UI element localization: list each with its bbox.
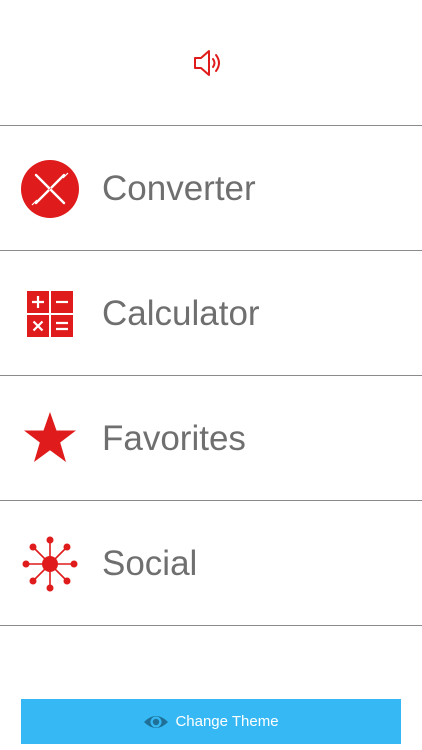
speaker-icon[interactable] xyxy=(192,48,226,78)
change-theme-label: Change Theme xyxy=(175,713,279,730)
main-menu: Converter Calculator Favorites Social xyxy=(0,125,422,626)
menu-label-converter: Converter xyxy=(102,169,256,208)
top-bar xyxy=(0,0,422,125)
calculator-icon xyxy=(27,291,73,337)
menu-label-social: Social xyxy=(102,544,198,583)
network-icon xyxy=(22,536,78,592)
menu-item-social[interactable]: Social xyxy=(0,501,422,625)
menu-item-calculator[interactable]: Calculator xyxy=(0,251,422,375)
menu-label-calculator: Calculator xyxy=(102,294,260,333)
converter-x-circle-icon xyxy=(21,160,79,218)
menu-label-favorites: Favorites xyxy=(102,419,246,458)
star-icon xyxy=(24,412,76,462)
divider xyxy=(0,625,422,626)
eye-icon xyxy=(144,715,169,728)
menu-item-converter[interactable]: Converter xyxy=(0,126,422,250)
menu-item-favorites[interactable]: Favorites xyxy=(0,376,422,500)
change-theme-button[interactable]: Change Theme xyxy=(21,699,401,744)
